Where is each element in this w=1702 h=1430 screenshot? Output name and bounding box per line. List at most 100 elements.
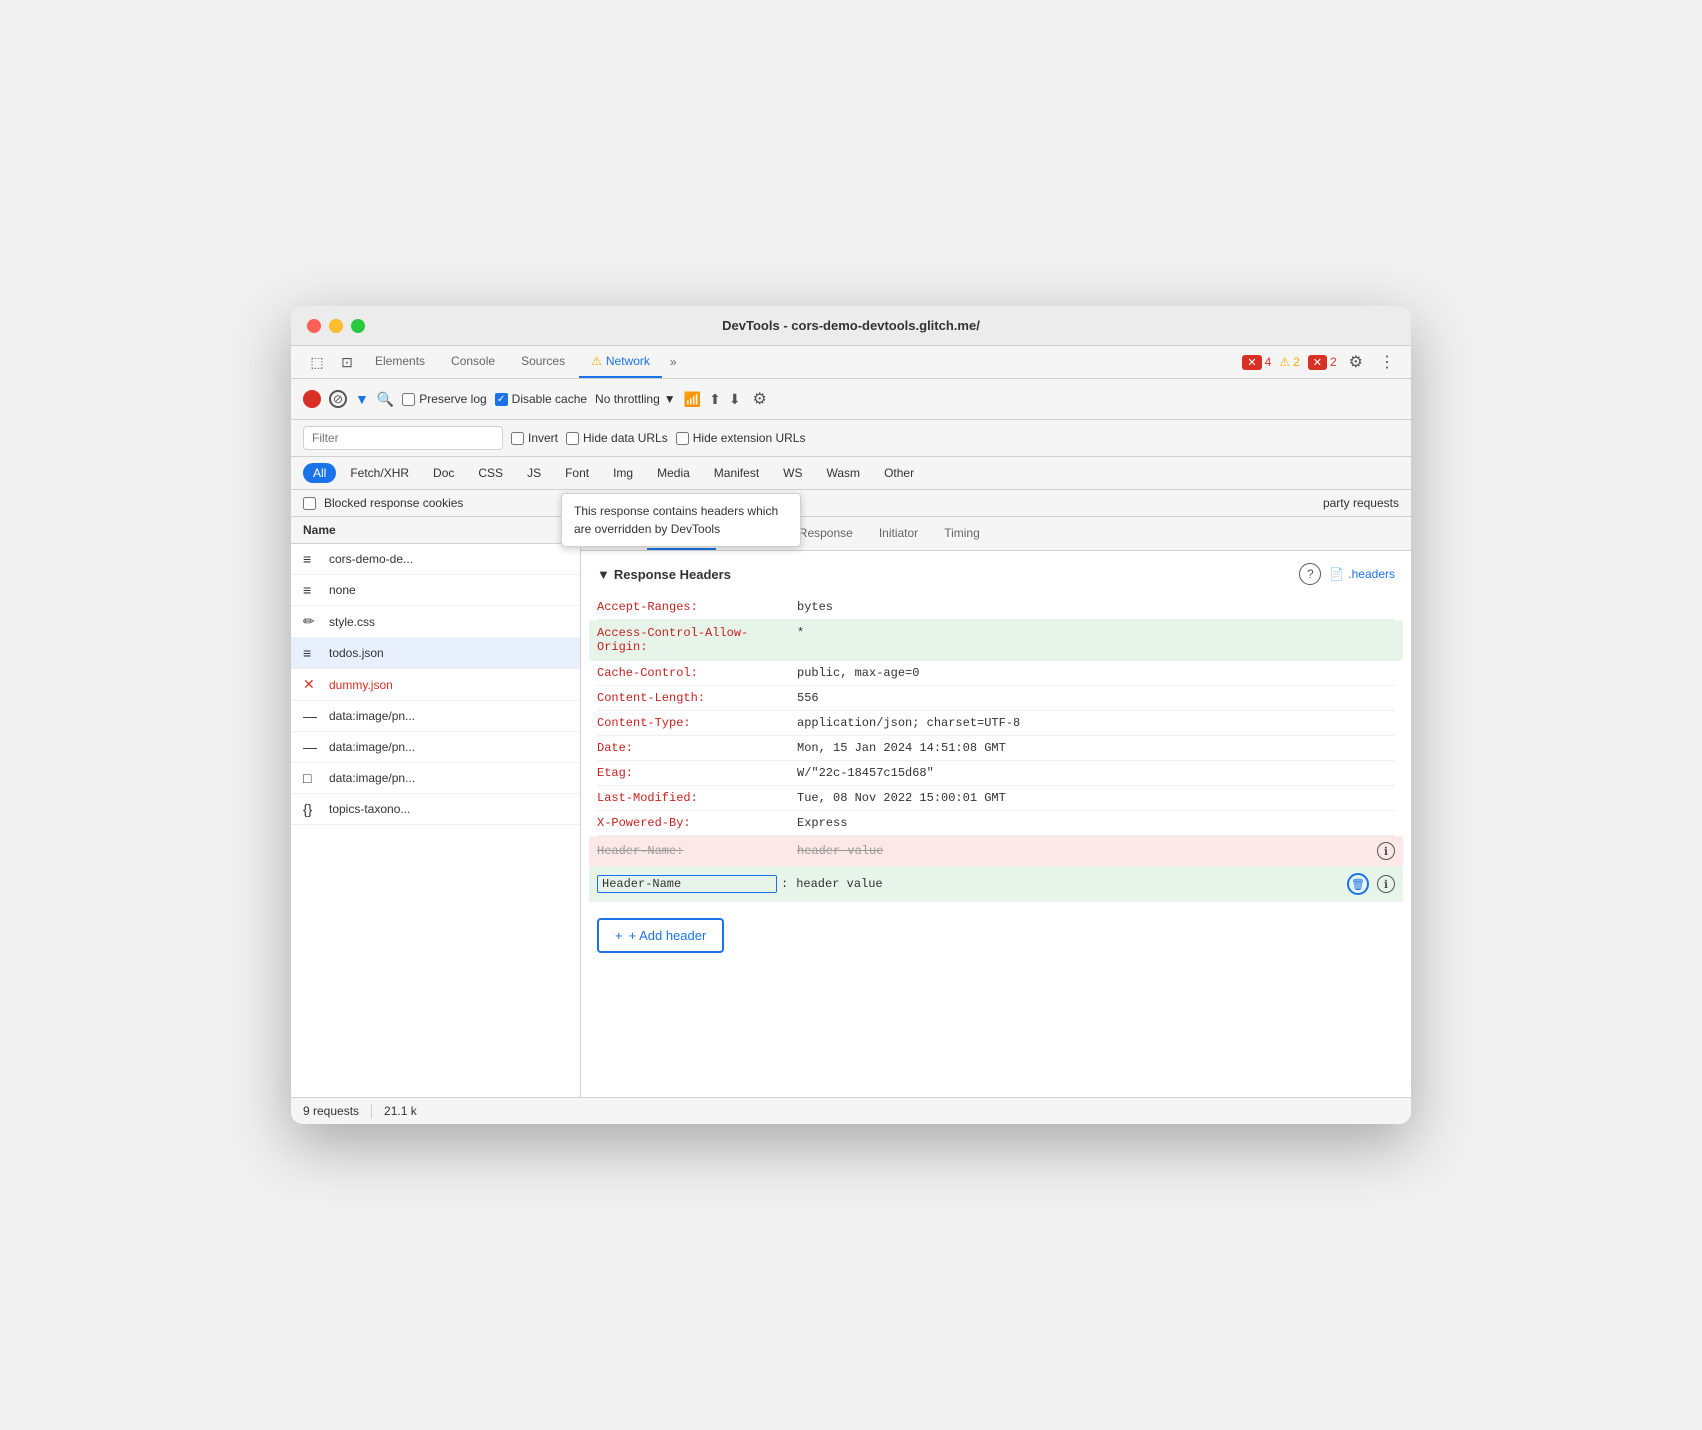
blocked-cookies-checkbox[interactable] bbox=[303, 497, 316, 510]
throttling-chevron-icon: ▼ bbox=[664, 392, 676, 406]
help-icon[interactable]: ? bbox=[1299, 563, 1321, 585]
headers-file-link[interactable]: 📄 .headers bbox=[1329, 567, 1395, 581]
header-name-input[interactable]: Header-Name bbox=[597, 875, 777, 893]
wifi-icon[interactable]: 📶 bbox=[684, 391, 701, 408]
tab-initiator[interactable]: Initiator bbox=[867, 518, 930, 550]
header-name: Access-Control-Allow-Origin: bbox=[597, 626, 797, 654]
hide-extension-urls-checkbox[interactable] bbox=[676, 432, 689, 445]
request-item-selected[interactable]: ≡ todos.json bbox=[291, 638, 580, 669]
add-header-section: + + Add header bbox=[597, 918, 1395, 953]
close-button[interactable] bbox=[307, 319, 321, 333]
maximize-button[interactable] bbox=[351, 319, 365, 333]
header-row-editable: Header-Name : header value 🗑 ℹ bbox=[589, 867, 1403, 902]
responsive-icon[interactable]: ⊡ bbox=[333, 348, 361, 376]
type-ws-button[interactable]: WS bbox=[773, 463, 812, 483]
disable-cache-checkbox[interactable]: ✓ bbox=[495, 393, 508, 406]
request-item[interactable]: — data:image/pn... bbox=[291, 732, 580, 763]
tab-network[interactable]: ⚠Network bbox=[579, 346, 662, 378]
request-item[interactable]: ≡ cors-demo-de... bbox=[291, 544, 580, 575]
more-options-icon[interactable]: ⋮ bbox=[1375, 348, 1399, 376]
request-item[interactable]: □ data:image/pn... bbox=[291, 763, 580, 794]
requests-count: 9 requests bbox=[303, 1104, 359, 1118]
type-css-button[interactable]: CSS bbox=[468, 463, 513, 483]
blocked-bar: Blocked response cookies party requests bbox=[291, 490, 1411, 517]
info-icon[interactable]: ℹ bbox=[1377, 875, 1395, 893]
filter-icon[interactable]: ▼ bbox=[355, 391, 369, 407]
header-value: public, max-age=0 bbox=[797, 666, 1395, 680]
preserve-log-checkbox[interactable] bbox=[402, 393, 415, 406]
header-row: Date: Mon, 15 Jan 2024 14:51:08 GMT bbox=[597, 736, 1395, 761]
type-wasm-button[interactable]: Wasm bbox=[817, 463, 871, 483]
section-title: ▼ Response Headers bbox=[597, 567, 731, 582]
header-row: X-Powered-By: Express bbox=[597, 811, 1395, 836]
hide-data-urls-checkbox[interactable] bbox=[566, 432, 579, 445]
upload-icon[interactable]: ⬆ bbox=[709, 391, 721, 408]
settings-icon[interactable]: ⚙ bbox=[1345, 348, 1367, 376]
add-header-button[interactable]: + + Add header bbox=[597, 918, 724, 953]
type-img-button[interactable]: Img bbox=[603, 463, 643, 483]
type-doc-button[interactable]: Doc bbox=[423, 463, 464, 483]
header-value: Express bbox=[797, 816, 1395, 830]
tab-timing[interactable]: Timing bbox=[932, 518, 992, 550]
tab-elements[interactable]: Elements bbox=[363, 346, 437, 378]
devtools-window: DevTools - cors-demo-devtools.glitch.me/… bbox=[291, 306, 1411, 1124]
request-item[interactable]: ≡ none bbox=[291, 575, 580, 606]
header-row: Content-Type: application/json; charset=… bbox=[597, 711, 1395, 736]
type-filter-bar: All Fetch/XHR Doc CSS JS Font Img Media … bbox=[291, 457, 1411, 490]
error-icon: ✕ bbox=[303, 676, 321, 693]
search-icon[interactable]: 🔍 bbox=[377, 391, 394, 408]
header-row: Etag: W/"22c-18457c15d68" bbox=[597, 761, 1395, 786]
header-value-overridden: header value bbox=[797, 844, 1369, 858]
image-icon: — bbox=[303, 739, 321, 755]
type-js-button[interactable]: JS bbox=[517, 463, 551, 483]
warning-icon: ⚠ bbox=[1279, 355, 1290, 369]
more-tabs-icon[interactable]: » bbox=[664, 347, 683, 377]
request-item-error[interactable]: ✕ dummy.json bbox=[291, 669, 580, 701]
filter-input[interactable] bbox=[303, 426, 503, 450]
tab-sources[interactable]: Sources bbox=[509, 346, 577, 378]
hide-data-urls-option: Hide data URLs bbox=[566, 431, 668, 445]
type-all-button[interactable]: All bbox=[303, 463, 336, 483]
header-name: Content-Length: bbox=[597, 691, 797, 705]
header-value: application/json; charset=UTF-8 bbox=[797, 716, 1395, 730]
main-content: Name ≡ cors-demo-de... ≡ none ✏ style.cs… bbox=[291, 517, 1411, 1097]
request-item[interactable]: {} topics-taxono... bbox=[291, 794, 580, 825]
info-icon[interactable]: ℹ bbox=[1369, 842, 1395, 860]
preserve-log-option: Preserve log bbox=[402, 392, 486, 406]
header-value: W/"22c-18457c15d68" bbox=[797, 766, 1395, 780]
header-value-editable[interactable]: header value bbox=[796, 877, 1343, 891]
throttling-select[interactable]: No throttling ▼ bbox=[595, 392, 676, 406]
request-item[interactable]: ✏ style.css bbox=[291, 606, 580, 638]
clear-button[interactable]: ⊘ bbox=[329, 390, 347, 408]
request-item[interactable]: — data:image/pn... bbox=[291, 701, 580, 732]
network-settings-icon[interactable]: ⚙ bbox=[749, 385, 771, 413]
section-header: ▼ Response Headers ? 📄 .headers bbox=[597, 563, 1395, 585]
header-name: Etag: bbox=[597, 766, 797, 780]
type-manifest-button[interactable]: Manifest bbox=[704, 463, 769, 483]
selector-icon[interactable]: ⬚ bbox=[303, 348, 331, 376]
collapse-icon[interactable]: ▼ bbox=[597, 567, 610, 582]
delete-header-button[interactable]: 🗑 bbox=[1347, 873, 1369, 895]
warning-badge: ⚠ 2 bbox=[1279, 355, 1299, 369]
tooltip-popup: This response contains headers which are… bbox=[561, 493, 801, 547]
error-icon: ✕ bbox=[1242, 355, 1261, 370]
title-bar: DevTools - cors-demo-devtools.glitch.me/ bbox=[291, 306, 1411, 346]
download-icon[interactable]: ⬇ bbox=[729, 391, 741, 408]
type-font-button[interactable]: Font bbox=[555, 463, 599, 483]
minimize-button[interactable] bbox=[329, 319, 343, 333]
tab-console[interactable]: Console bbox=[439, 346, 507, 378]
disable-cache-option: ✓ Disable cache bbox=[495, 392, 587, 406]
type-media-button[interactable]: Media bbox=[647, 463, 700, 483]
type-other-button[interactable]: Other bbox=[874, 463, 924, 483]
type-fetch-button[interactable]: Fetch/XHR bbox=[340, 463, 419, 483]
status-bar: 9 requests 21.1 k bbox=[291, 1097, 1411, 1124]
error-badge: ✕ 4 bbox=[1242, 355, 1271, 370]
record-button[interactable] bbox=[303, 390, 321, 408]
header-value: Mon, 15 Jan 2024 14:51:08 GMT bbox=[797, 741, 1395, 755]
invert-option: Invert bbox=[511, 431, 558, 445]
header-name: Date: bbox=[597, 741, 797, 755]
header-name: Cache-Control: bbox=[597, 666, 797, 680]
request-list: ≡ cors-demo-de... ≡ none ✏ style.css ≡ t… bbox=[291, 544, 580, 1097]
invert-checkbox[interactable] bbox=[511, 432, 524, 445]
header-row: Content-Length: 556 bbox=[597, 686, 1395, 711]
